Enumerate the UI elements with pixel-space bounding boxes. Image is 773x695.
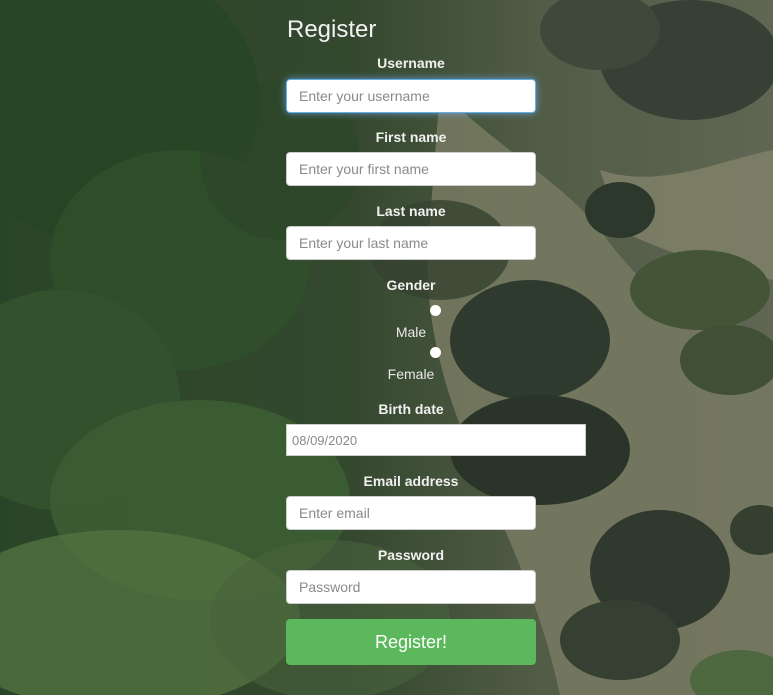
gender-female-label: Female	[387, 366, 435, 382]
username-input[interactable]	[286, 79, 536, 113]
gender-label: Gender	[386, 277, 436, 293]
email-input[interactable]	[286, 496, 536, 530]
last-name-label: Last name	[376, 203, 446, 219]
gender-male-radio[interactable]	[430, 305, 441, 316]
registration-form: Register Username First name Last name G…	[0, 0, 773, 695]
page-title: Register	[287, 16, 377, 43]
gender-male-label: Male	[395, 324, 427, 340]
register-button[interactable]: Register!	[286, 619, 536, 665]
register-page: Register Username First name Last name G…	[0, 0, 773, 695]
birth-date-label: Birth date	[378, 401, 444, 417]
first-name-input[interactable]	[286, 152, 536, 186]
last-name-input[interactable]	[286, 226, 536, 260]
password-label: Password	[377, 547, 445, 563]
first-name-label: First name	[375, 129, 447, 145]
password-input[interactable]	[286, 570, 536, 604]
username-label: Username	[377, 55, 445, 71]
birth-date-input[interactable]	[286, 424, 586, 456]
gender-female-radio[interactable]	[430, 347, 441, 358]
email-label: Email address	[363, 473, 459, 489]
